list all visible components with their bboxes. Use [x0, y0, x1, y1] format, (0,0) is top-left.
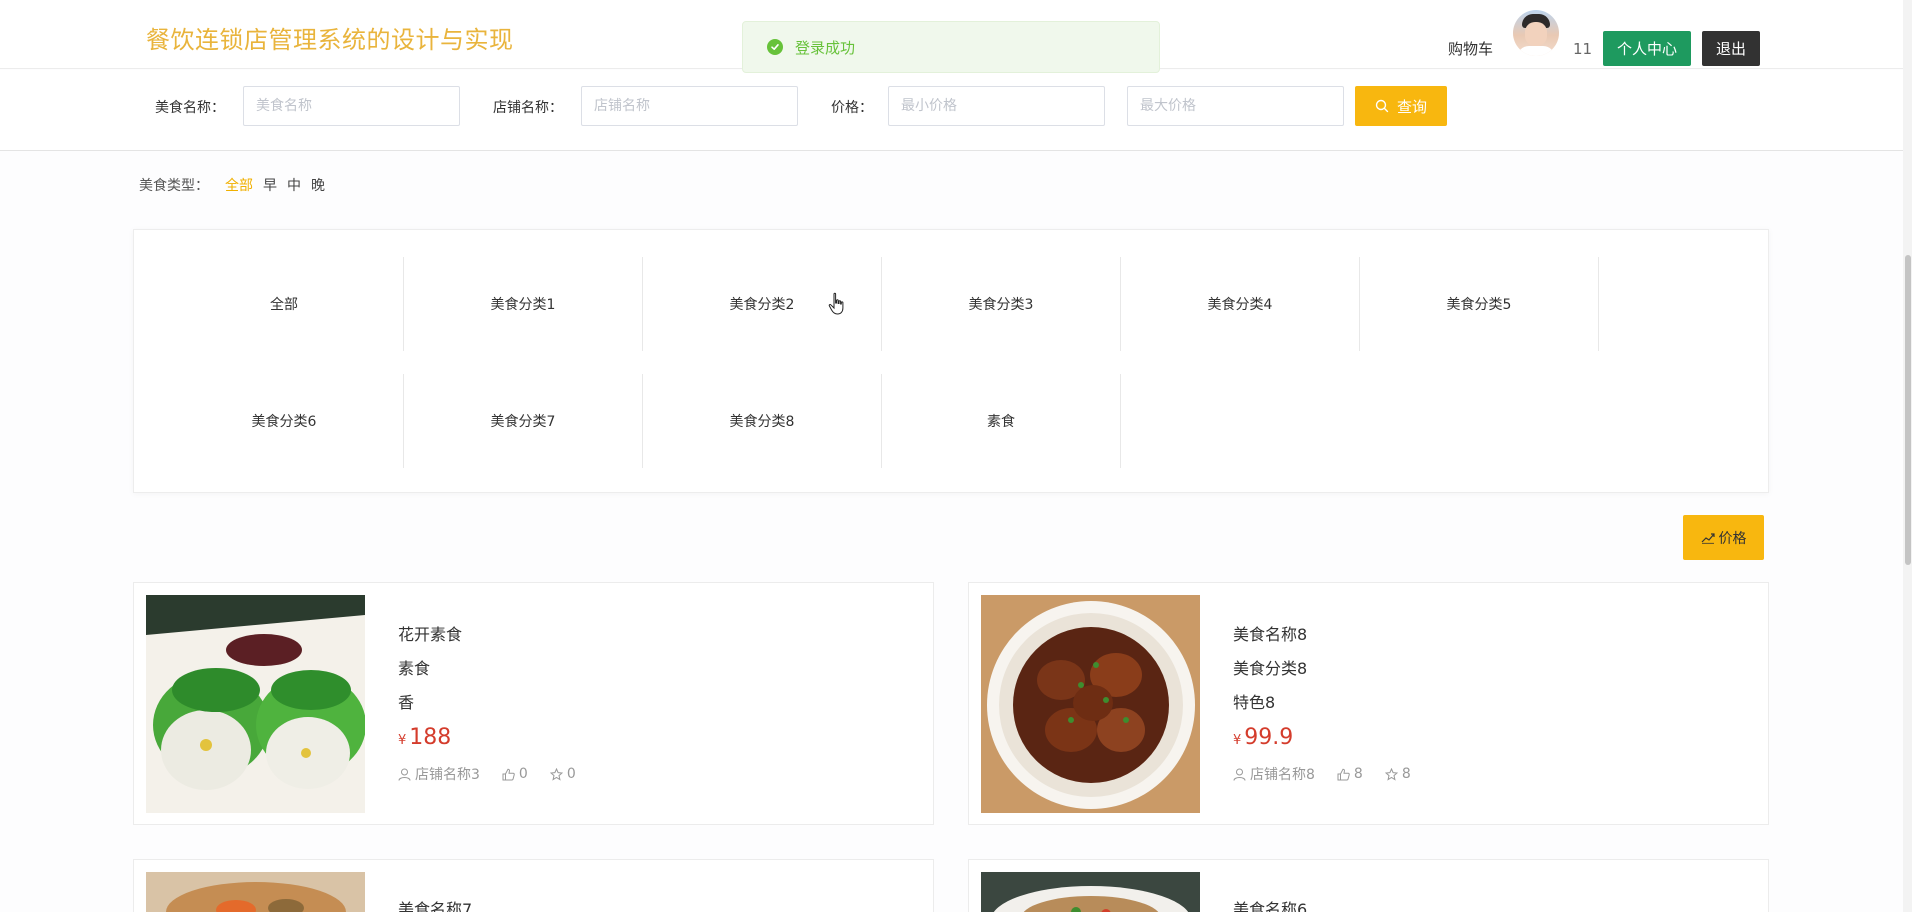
- username: 11: [1573, 40, 1593, 58]
- product-meta: 店铺名称3 0 0: [398, 764, 576, 784]
- product-price: ¥188: [398, 725, 576, 750]
- hand-pointer-icon: [828, 292, 844, 315]
- login-success-toast: 登录成功: [742, 21, 1160, 73]
- like-count: 0: [518, 766, 528, 782]
- category-item[interactable]: 全部: [165, 257, 404, 351]
- price-value: 99.9: [1244, 725, 1294, 750]
- product-feature: 特色8: [1233, 693, 1276, 712]
- food-type-filter: 美食类型： 全部 早 中 晚: [139, 175, 325, 195]
- check-circle-icon: [767, 39, 783, 55]
- shop-name: 店铺名称8: [1250, 767, 1315, 783]
- product-image[interactable]: [981, 872, 1200, 912]
- category-item[interactable]: 美食分类4: [1121, 257, 1360, 351]
- scrollbar-thumb[interactable]: [1905, 255, 1911, 565]
- product-image[interactable]: [981, 595, 1200, 813]
- category-item[interactable]: 美食分类8: [643, 374, 882, 468]
- product-card[interactable]: 花开素食 素食 香 ¥188 店铺名称3 0 0: [133, 582, 934, 825]
- product-name[interactable]: 美食名称8: [1233, 621, 1411, 655]
- star-icon[interactable]: [549, 767, 563, 781]
- sort-by-price-button[interactable]: 价格: [1683, 515, 1764, 560]
- logout-button[interactable]: 退出: [1702, 31, 1760, 66]
- food-type-all[interactable]: 全部: [225, 175, 253, 195]
- product-image[interactable]: [146, 595, 365, 813]
- product-info: 美食名称6: [1233, 896, 1307, 912]
- user-icon: [398, 768, 411, 781]
- category-item[interactable]: 美食分类1: [404, 257, 643, 351]
- category-item[interactable]: 美食分类7: [404, 374, 643, 468]
- product-name[interactable]: 美食名称6: [1233, 896, 1307, 912]
- product-card[interactable]: 美食名称6: [968, 859, 1769, 912]
- product-info: 美食名称8 美食分类8 特色8 ¥99.9 店铺名称8 8 8: [1233, 621, 1411, 784]
- product-category: 素食: [398, 659, 431, 678]
- search-icon: [1375, 99, 1389, 113]
- sort-label: 价格: [1718, 530, 1747, 547]
- food-type-breakfast[interactable]: 早: [263, 175, 277, 195]
- product-name[interactable]: 美食名称7: [398, 896, 472, 912]
- thumbs-up-icon[interactable]: [1337, 768, 1350, 781]
- search-bar: 美食名称： 店铺名称： 价格： 查询: [0, 70, 1912, 151]
- favorite-count: 8: [1401, 766, 1411, 782]
- category-item[interactable]: 美食分类2: [643, 257, 882, 351]
- category-item[interactable]: 美食分类3: [882, 257, 1121, 351]
- star-icon[interactable]: [1384, 767, 1398, 781]
- product-name[interactable]: 花开素食: [398, 621, 576, 655]
- like-count: 8: [1353, 766, 1363, 782]
- product-info: 花开素食 素食 香 ¥188 店铺名称3 0 0: [398, 621, 576, 784]
- food-name-input[interactable]: [243, 86, 460, 126]
- product-card[interactable]: 美食名称7: [133, 859, 934, 912]
- cart-link[interactable]: 购物车: [1448, 38, 1493, 59]
- product-meta: 店铺名称8 8 8: [1233, 764, 1411, 784]
- favorite-count: 0: [566, 766, 576, 782]
- user-avatar[interactable]: [1513, 10, 1559, 56]
- currency-symbol: ¥: [398, 733, 407, 748]
- product-image[interactable]: [146, 872, 365, 912]
- trend-up-icon: [1701, 532, 1715, 544]
- shop-name-input[interactable]: [581, 86, 798, 126]
- user-icon: [1233, 768, 1246, 781]
- category-grid: 全部 美食分类1 美食分类2 美食分类3 美食分类4 美食分类5 美食分类6 美…: [133, 229, 1769, 493]
- product-card[interactable]: 美食名称8 美食分类8 特色8 ¥99.9 店铺名称8 8 8: [968, 582, 1769, 825]
- product-category: 美食分类8: [1233, 659, 1308, 678]
- site-title: 餐饮连锁店管理系统的设计与实现: [146, 26, 514, 54]
- product-info: 美食名称7: [398, 896, 472, 912]
- max-price-input[interactable]: [1127, 86, 1344, 126]
- shop-name-label: 店铺名称：: [493, 100, 563, 116]
- food-type-label: 美食类型：: [139, 178, 209, 194]
- query-label: 查询: [1396, 97, 1427, 116]
- min-price-input[interactable]: [888, 86, 1105, 126]
- query-button[interactable]: 查询: [1355, 86, 1447, 126]
- category-item[interactable]: 素食: [882, 374, 1121, 468]
- food-type-lunch[interactable]: 中: [287, 175, 301, 195]
- product-price: ¥99.9: [1233, 725, 1411, 750]
- category-item[interactable]: 美食分类5: [1360, 257, 1599, 351]
- price-value: 188: [409, 725, 452, 750]
- price-label: 价格：: [831, 100, 873, 116]
- product-feature: 香: [398, 693, 415, 712]
- currency-symbol: ¥: [1233, 733, 1242, 748]
- shop-name: 店铺名称3: [415, 767, 480, 783]
- food-name-label: 美食名称：: [155, 100, 225, 116]
- thumbs-up-icon[interactable]: [502, 768, 515, 781]
- toast-message: 登录成功: [795, 38, 856, 57]
- personal-center-button[interactable]: 个人中心: [1603, 31, 1691, 66]
- food-type-dinner[interactable]: 晚: [311, 175, 325, 195]
- category-item[interactable]: 美食分类6: [165, 374, 404, 468]
